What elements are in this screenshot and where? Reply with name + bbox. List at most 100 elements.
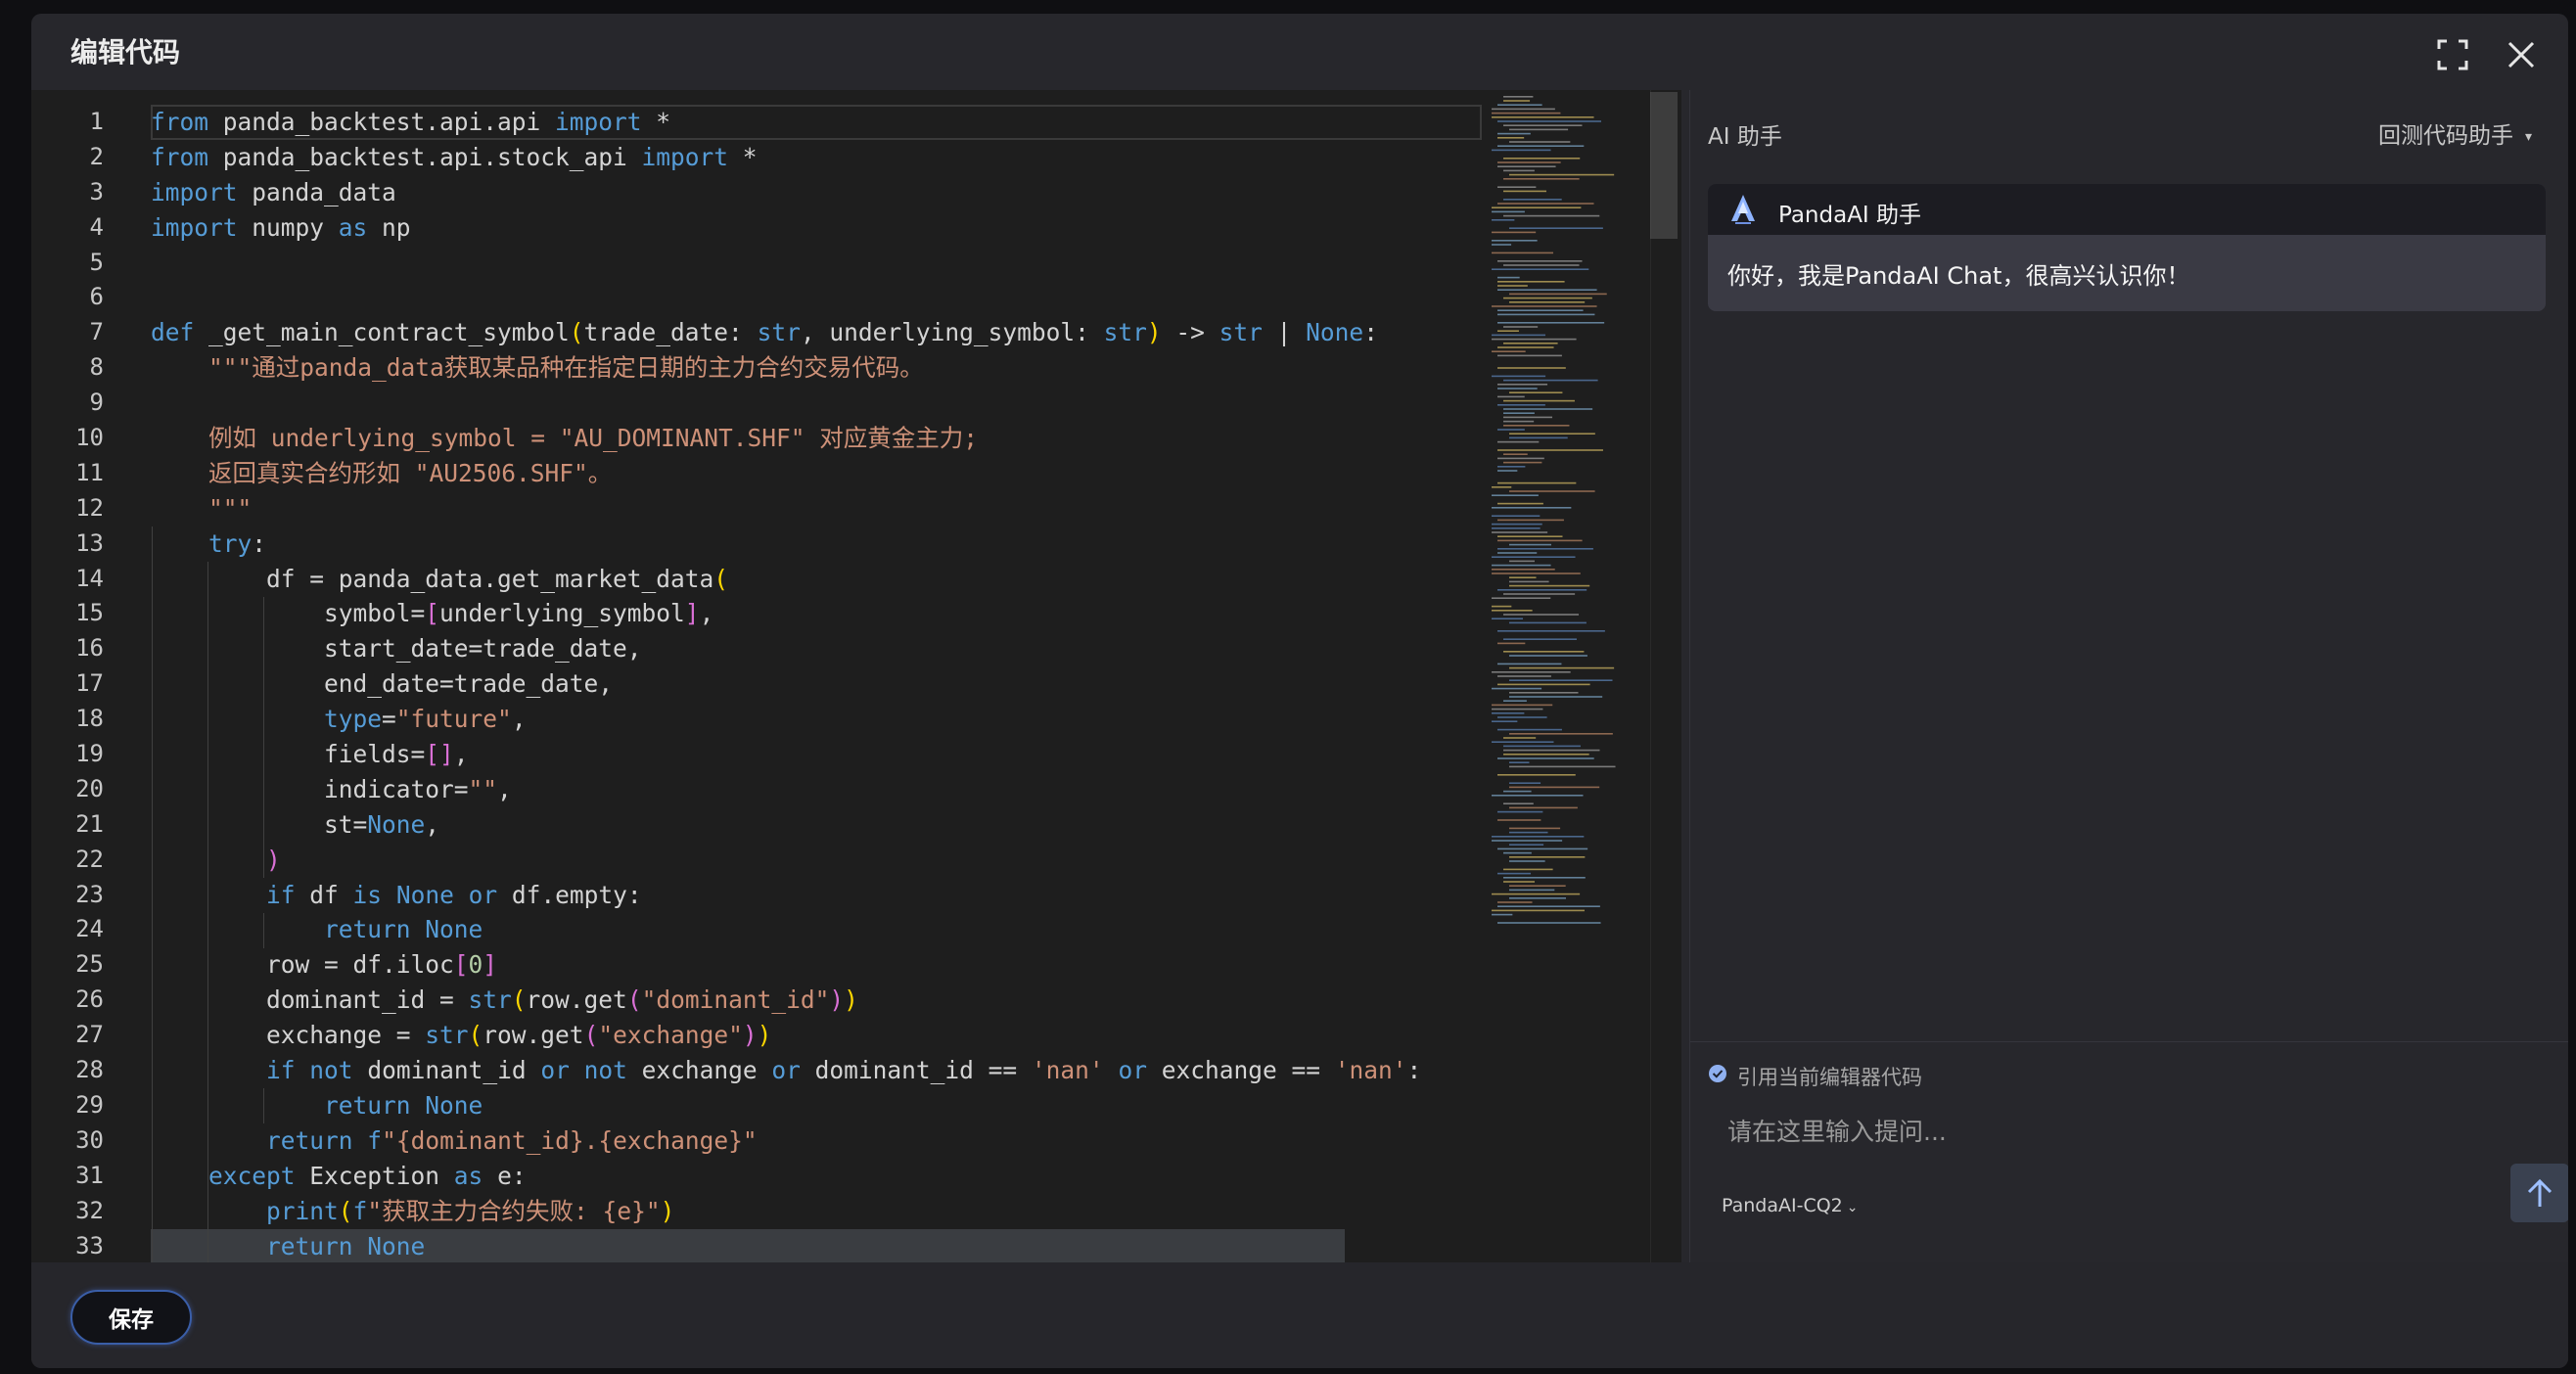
reference-code-checkbox[interactable] (1708, 1064, 1727, 1083)
code-area[interactable]: from panda_backtest.api.api import * from… (151, 105, 1482, 1262)
editor-scrollbar-thumb[interactable] (1650, 92, 1678, 239)
fullscreen-icon[interactable] (2433, 35, 2472, 74)
code-line[interactable]: type="future", (151, 702, 1482, 737)
code-line[interactable]: import numpy as np (151, 210, 1482, 246)
reference-code-label[interactable]: 引用当前编辑器代码 (1737, 1062, 1922, 1091)
minimap-line (1497, 285, 1528, 287)
assistant-mode-dropdown[interactable]: 回测代码助手 ▾ (2378, 116, 2532, 150)
line-number: 8 (89, 353, 104, 382)
indent-guide (263, 912, 265, 948)
line-number: 30 (75, 1125, 104, 1154)
code-editor[interactable]: 1 2 3 4 5 6 7 8 9 10 11 12 13 14 15 16 17 18 19 20 21 22 23 24 2… (31, 90, 1681, 1262)
minimap-line (1492, 375, 1546, 378)
line-number: 17 (75, 669, 104, 698)
edit-code-modal: 编辑代码 1 2 3 4 5 6 7 8 9 10 11 12 13 14 15 16 17 18 19 20 21 22… (31, 14, 2568, 1368)
close-icon[interactable] (2502, 35, 2541, 74)
line-number: 21 (75, 809, 104, 838)
code-line[interactable]: if df is None or df.empty: (151, 878, 1482, 913)
code-line[interactable]: st=None, (151, 807, 1482, 843)
minimap-line (1497, 466, 1526, 468)
minimap-line (1497, 289, 1597, 291)
minimap-line (1492, 687, 1542, 690)
code-line[interactable]: fields=[], (151, 737, 1482, 772)
minimap-line (1497, 552, 1538, 554)
minimap-line (1509, 173, 1615, 176)
code-line[interactable]: symbol=[underlying_symbol], (151, 596, 1482, 631)
code-line[interactable]: """通过panda_data获取某品种在指定日期的主力合约交易代码。 (151, 350, 1482, 386)
code-line[interactable] (151, 246, 1482, 281)
minimap-line (1509, 293, 1607, 296)
code-line[interactable]: if not dominant_id or not exchange or do… (151, 1053, 1482, 1088)
modal-title: 编辑代码 (70, 36, 181, 69)
minimap-line (1492, 893, 1581, 895)
minimap-line (1503, 408, 1593, 410)
code-line[interactable]: return None (151, 1228, 1482, 1262)
line-number: 22 (75, 845, 104, 873)
code-line[interactable]: def _get_main_contract_symbol(trade_date… (151, 315, 1482, 350)
code-line[interactable]: return None (151, 1088, 1482, 1123)
chat-input[interactable] (1725, 1111, 2493, 1152)
minimap-line (1509, 860, 1545, 862)
code-line[interactable]: indicator="", (151, 772, 1482, 807)
line-number: 3 (89, 177, 104, 206)
code-line[interactable]: """ (151, 491, 1482, 527)
minimap-line (1492, 523, 1542, 526)
minimap-line (1503, 851, 1532, 854)
assistant-mode-label: 回测代码助手 (2377, 123, 2513, 149)
code-line[interactable]: print(f"获取主力合约失败: {e}") (151, 1194, 1482, 1229)
minimap-line (1497, 440, 1540, 443)
chevron-down-icon: ▾ (2524, 128, 2532, 145)
minimap-line (1492, 712, 1525, 714)
line-number: 12 (75, 493, 104, 522)
code-line[interactable]: from panda_backtest.api.api import * (151, 105, 1482, 140)
minimap-line (1492, 231, 1537, 234)
code-line[interactable]: except Exception as e: (151, 1159, 1482, 1194)
minimap-line (1509, 141, 1571, 143)
code-line[interactable]: row = df.iloc[0] (151, 947, 1482, 983)
line-number: 13 (75, 528, 104, 557)
line-number: 20 (75, 774, 104, 802)
minimap-line (1492, 527, 1541, 529)
code-line[interactable]: import panda_data (151, 175, 1482, 210)
minimap-line (1509, 806, 1578, 809)
minimap-line (1509, 827, 1561, 830)
minimap-line (1492, 486, 1512, 488)
save-button[interactable]: 保存 (70, 1290, 192, 1345)
modal-footer: 保存 (31, 1262, 2568, 1368)
code-line[interactable]: try: (151, 527, 1482, 562)
minimap-line (1497, 675, 1551, 677)
minimap-line (1503, 343, 1558, 344)
minimap-line (1509, 128, 1569, 131)
code-line[interactable]: return f"{dominant_id}.{exchange}" (151, 1123, 1482, 1159)
minimap-line (1509, 666, 1615, 669)
code-line[interactable]: 例如 underlying_symbol = "AU_DOMINANT.SHF"… (151, 421, 1482, 456)
code-line[interactable] (151, 280, 1482, 315)
minimap-line (1509, 692, 1579, 694)
indent-guide (207, 561, 209, 1194)
minimap-line (1497, 901, 1533, 903)
code-line[interactable]: end_date=trade_date, (151, 666, 1482, 702)
code-line[interactable]: 返回真实合约形如 "AU2506.SHF"。 (151, 456, 1482, 491)
code-line[interactable]: start_date=trade_date, (151, 631, 1482, 666)
code-line[interactable] (151, 386, 1482, 421)
code-line[interactable]: from panda_backtest.api.stock_api import… (151, 140, 1482, 175)
minimap-line (1497, 104, 1542, 106)
code-line[interactable]: df = panda_data.get_market_data( (151, 562, 1482, 597)
line-number: 1 (89, 108, 104, 135)
minimap-line (1509, 584, 1590, 587)
editor-scrollbar-track[interactable] (1650, 90, 1679, 1262)
minimap-line (1503, 749, 1600, 752)
line-number-gutter: 1 2 3 4 5 6 7 8 9 10 11 12 13 14 15 16 17 18 19 20 21 22 23 24 2… (31, 105, 110, 1262)
code-line[interactable]: return None (151, 912, 1482, 947)
minimap-line (1492, 618, 1524, 619)
model-select[interactable]: PandaAI-CQ2 ⌄ (1722, 1195, 1859, 1216)
minimap-line (1492, 531, 1548, 533)
code-line[interactable]: dominant_id = str(row.get("dominant_id")… (151, 983, 1482, 1018)
minimap-line (1492, 116, 1594, 118)
line-number: 10 (75, 424, 104, 452)
send-button[interactable] (2510, 1164, 2568, 1222)
code-line[interactable]: exchange = str(row.get("exchange")) (151, 1018, 1482, 1053)
code-line[interactable]: ) (151, 843, 1482, 878)
minimap-line (1497, 757, 1594, 759)
minimap-line (1503, 158, 1581, 160)
